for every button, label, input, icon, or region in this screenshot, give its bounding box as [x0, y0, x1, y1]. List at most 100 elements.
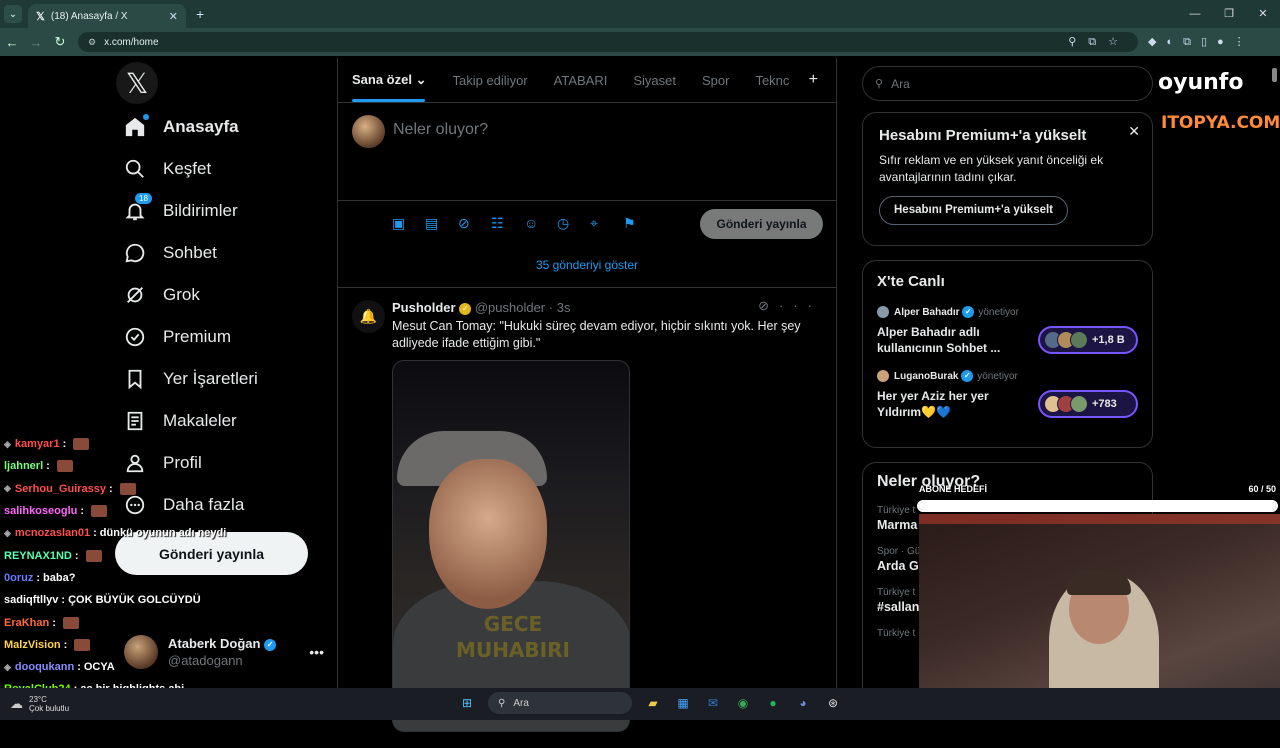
webcam-neon-light	[919, 514, 1280, 524]
tweet-time[interactable]: 3s	[557, 300, 571, 315]
app-icon[interactable]: ⊛	[822, 692, 844, 714]
chat-badge-icon: ◈	[4, 527, 11, 538]
chat-username: salihkoseoglu	[4, 505, 78, 518]
live-entry[interactable]: LuganoBurak ✓ yönetiyor Her yer Aziz her …	[877, 370, 1138, 420]
url-text: x.com/home	[104, 36, 159, 48]
sponsor-logo-oyunfor: oyunfo	[1158, 70, 1244, 95]
search-input[interactable]: ⚲ Ara	[862, 66, 1153, 101]
live-role: yönetiyor	[978, 306, 1019, 318]
sidebar-item-label: Grok	[163, 285, 200, 304]
tab-for-you[interactable]: Sana özel ⌄	[352, 72, 426, 88]
media-face	[429, 459, 547, 609]
flag-icon[interactable]: ⚑	[623, 215, 656, 232]
back-icon[interactable]: ←	[0, 35, 24, 50]
chat-emote	[62, 616, 79, 629]
mail-icon[interactable]: ✉	[702, 692, 724, 714]
tweet-options: ⊘···	[758, 298, 822, 314]
spotify-icon[interactable]: ●	[762, 692, 784, 714]
stream-chat: ◈ kamyar1: ljahnerl: ◈ Serhou_Guirassy: salih…	[4, 433, 344, 701]
site-info-icon[interactable]: ⚙	[88, 37, 96, 48]
chat-badge-icon: ◈	[4, 438, 11, 449]
tweet[interactable]: 🔔 Pusholder ✓ @pusholder · 3s ⊘··· Mesut…	[338, 288, 836, 748]
chrome-icon[interactable]: ◉	[732, 692, 754, 714]
tweet-media[interactable]: GECE MUHABIRI	[392, 360, 630, 732]
live-listeners-pill[interactable]: +1,8 B	[1038, 326, 1138, 354]
more-dots-icon[interactable]: ···	[779, 298, 822, 313]
chat-username: REYNAX1ND	[4, 549, 72, 562]
location-icon[interactable]: ⌖	[590, 215, 623, 232]
tab-search-icon[interactable]: ⌄	[4, 5, 22, 23]
browser-tab[interactable]: 𝕏 (18) Anasayfa / X ✕	[28, 4, 186, 28]
sidebar-item-label: Sohbet	[163, 243, 217, 262]
omnibox-actions[interactable]: ⚲⧉☆	[1068, 35, 1130, 49]
gif-icon[interactable]: ▤	[425, 215, 458, 232]
weather-temp: 23°C	[29, 695, 47, 704]
tab-following[interactable]: Takip ediliyor	[452, 73, 527, 88]
windows-start-icon[interactable]: ⊞	[456, 692, 478, 714]
grok-icon[interactable]: ⊘	[458, 215, 491, 232]
live-card: X'te Canlı Alper Bahadır ✓ yönetiyor Alpe…	[862, 260, 1153, 448]
tab-title: (18) Anasayfa / X	[50, 10, 128, 22]
live-listeners-pill[interactable]: +783	[1038, 390, 1138, 418]
sidebar-item-label: Premium	[163, 327, 232, 346]
sidebar-item-bookmarks[interactable]: Yer İşaretleri	[120, 358, 330, 400]
webcam-person-hair	[1067, 569, 1131, 595]
premium-upgrade-button[interactable]: Hesabını Premium+'a yükselt	[879, 196, 1069, 225]
chat-username: mcnozaslan01	[14, 527, 91, 540]
sidebar-item-explore[interactable]: Keşfet	[120, 148, 330, 190]
grok-icon[interactable]: ⊘	[758, 298, 779, 313]
sidebar-item-notifications[interactable]: 18 Bildirimler	[120, 190, 330, 232]
avatar	[1070, 331, 1088, 349]
close-window-icon[interactable]: ✕	[1246, 0, 1280, 28]
x-logo-icon[interactable]: 𝕏	[116, 62, 158, 104]
tweet-author-name[interactable]: Pusholder	[392, 300, 456, 315]
tweet-text: Mesut Can Tomay: "Hukuki süreç devam edi…	[392, 319, 801, 350]
discord-icon[interactable]: ◕	[792, 692, 814, 714]
close-tab-icon[interactable]: ✕	[169, 10, 178, 23]
windows-taskbar: ☁ 23°C Çok bulutlu ⊞ ⚲ Ara ▰ ▦ ✉ ◉ ● ◕ ⊛	[0, 688, 1280, 720]
url-input[interactable]: ⚙ x.com/home ⚲⧉☆	[78, 32, 1138, 52]
minimize-icon[interactable]: —	[1178, 0, 1212, 28]
extensions-icon[interactable]: ◆◐⧉▯●⋮	[1148, 35, 1255, 49]
tab-teknoloji[interactable]: Teknc	[755, 73, 789, 88]
chat-message: EraKhan:	[4, 611, 344, 633]
reload-icon[interactable]: ↻	[48, 34, 72, 50]
add-tab-icon[interactable]: +	[809, 71, 818, 89]
chat-username: sadiqftllyv	[4, 594, 59, 607]
sidebar-item-premium[interactable]: Premium	[120, 316, 330, 358]
taskbar-search[interactable]: ⚲ Ara	[488, 692, 632, 714]
tab-spor[interactable]: Spor	[702, 73, 729, 88]
chat-text: baba?	[43, 571, 76, 584]
bell-avatar-icon[interactable]: 🔔	[352, 300, 385, 333]
chat-username: 0oruz	[4, 571, 34, 584]
image-icon[interactable]: ▣	[392, 215, 425, 232]
sidebar-item-label: Keşfet	[163, 159, 212, 178]
sidebar-item-chat[interactable]: Sohbet	[120, 232, 330, 274]
emoji-icon[interactable]: ☺	[524, 215, 557, 232]
forward-icon[interactable]: →	[24, 35, 48, 50]
live-description: Alper Bahadır adlı kullanıcının Sohbet .…	[877, 325, 1001, 355]
close-icon[interactable]: ✕	[1128, 123, 1140, 140]
scrollbar[interactable]	[1272, 68, 1277, 82]
home-icon	[120, 114, 150, 139]
tab-siyaset[interactable]: Siyaset	[633, 73, 676, 88]
live-entry[interactable]: Alper Bahadır ✓ yönetiyor Alper Bahadır a…	[877, 306, 1138, 356]
weather-widget[interactable]: ☁ 23°C Çok bulutlu	[10, 695, 69, 713]
poll-icon[interactable]: ☷	[491, 215, 524, 232]
tab-atabari[interactable]: ATABARI	[554, 73, 608, 88]
restore-icon[interactable]: ❐	[1212, 0, 1246, 28]
store-icon[interactable]: ▦	[672, 692, 694, 714]
sidebar-item-grok[interactable]: Grok	[120, 274, 330, 316]
show-more-posts[interactable]: 35 gönderiyi göster	[338, 243, 836, 288]
compose-input[interactable]: Neler oluyor?	[393, 121, 488, 139]
schedule-icon[interactable]: ◷	[557, 215, 590, 232]
main-feed: Sana özel ⌄ Takip ediliyor ATABARI Siyas…	[337, 58, 837, 732]
listener-count: +1,8 B	[1092, 334, 1125, 346]
bell-icon: 18	[120, 192, 153, 223]
new-tab-icon[interactable]: +	[196, 6, 204, 22]
compose-post-button[interactable]: Gönderi yayınla	[700, 209, 823, 239]
chat-message: ljahnerl:	[4, 455, 344, 477]
sidebar-item-home[interactable]: Anasayfa	[120, 106, 330, 148]
file-explorer-icon[interactable]: ▰	[642, 692, 664, 714]
tweet-handle[interactable]: @pusholder	[475, 300, 545, 315]
